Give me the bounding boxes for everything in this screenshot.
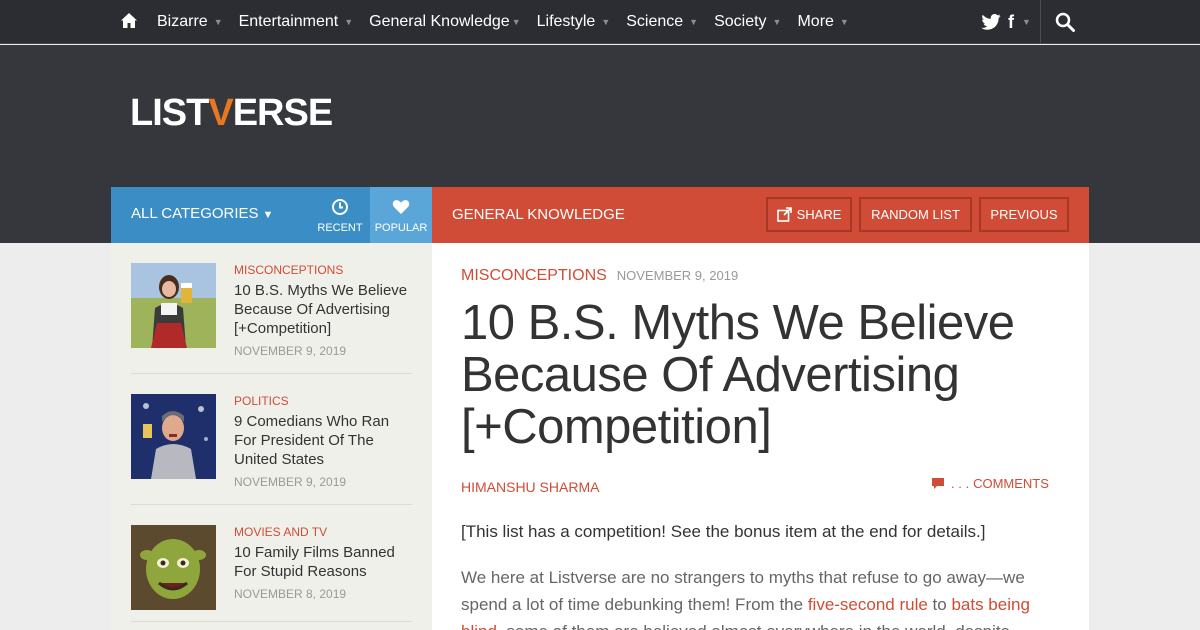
share-button[interactable]: Share xyxy=(766,197,852,232)
divider xyxy=(131,373,412,374)
twitter-icon[interactable] xyxy=(981,14,1001,30)
nav-item-label: General Knowledge xyxy=(369,13,510,30)
chevron-down-icon[interactable]: ▼ xyxy=(1022,17,1031,27)
article-paragraph: We here at Listverse are no strangers to… xyxy=(461,564,1066,630)
thumbnail-image[interactable] xyxy=(131,525,216,610)
comments-count: . . . xyxy=(951,476,970,491)
comments-label: Comments xyxy=(973,476,1049,491)
list-item-category[interactable]: Politics xyxy=(234,394,414,408)
chevron-down-icon: ▼ xyxy=(511,17,521,27)
category-bar: All Categories ▼ Recent Popular General K… xyxy=(111,187,1089,243)
chevron-down-icon: ▼ xyxy=(839,17,849,27)
list-item-date: November 9, 2019 xyxy=(234,344,347,358)
tab-popular-label: Popular xyxy=(374,222,428,234)
article-meta: Misconceptions November 9, 2019 xyxy=(461,267,738,285)
random-list-button[interactable]: Random List xyxy=(859,197,972,232)
chevron-down-icon: ▼ xyxy=(344,17,354,27)
list-item-title[interactable]: 9 Comedians Who Ran For President Of The… xyxy=(234,412,414,469)
share-label: Share xyxy=(796,207,842,222)
chevron-down-icon: ▼ xyxy=(689,17,699,27)
nav-item-label: Bizarre xyxy=(157,13,208,30)
section-title[interactable]: General Knowledge xyxy=(452,206,625,223)
divider xyxy=(131,621,412,622)
facebook-icon[interactable]: f xyxy=(1008,12,1014,33)
nav-item-science[interactable]: Science ▼ xyxy=(626,0,698,44)
section-bar: General Knowledge Share Random List Prev… xyxy=(432,187,1089,243)
thumbnail-image[interactable] xyxy=(131,263,216,348)
all-categories-panel: All Categories ▼ Recent xyxy=(111,187,370,243)
sidebar: Misconceptions 10 B.S. Myths We Believe … xyxy=(111,243,432,630)
article-intro: [This list has a competition! See the bo… xyxy=(461,522,986,541)
article-author[interactable]: Himanshu Sharma xyxy=(461,479,599,495)
list-item-title[interactable]: 10 Family Films Banned For Stupid Reason… xyxy=(234,543,414,581)
nav-menu: Bizarre ▼ Entertainment ▼ General Knowledg… xyxy=(157,0,865,44)
nav-item-bizarre[interactable]: Bizarre ▼ xyxy=(157,0,223,44)
page-title: 10 B.S. Myths We Believe Because Of Adve… xyxy=(461,296,1015,454)
list-item-title[interactable]: 10 B.S. Myths We Believe Because Of Adve… xyxy=(234,281,414,338)
logo-accent: V xyxy=(208,92,233,134)
chevron-down-icon: ▼ xyxy=(213,17,223,27)
clock-icon xyxy=(332,199,348,215)
comment-icon xyxy=(932,478,944,489)
search-icon[interactable] xyxy=(1055,12,1075,32)
list-item-category[interactable]: Misconceptions xyxy=(234,263,414,277)
nav-item-lifestyle[interactable]: Lifestyle ▼ xyxy=(537,0,611,44)
social-links: f ▼ xyxy=(981,0,1031,44)
heart-icon xyxy=(392,200,410,214)
article: Misconceptions November 9, 2019 10 B.S. … xyxy=(432,243,1089,630)
nav-item-label: More xyxy=(797,13,834,30)
nav-item-society[interactable]: Society ▼ xyxy=(714,0,781,44)
nav-divider xyxy=(1040,0,1041,44)
list-item-date: November 8, 2019 xyxy=(234,587,347,601)
all-categories-dropdown[interactable]: All Categories ▼ xyxy=(131,205,273,222)
article-date: November 9, 2019 xyxy=(616,268,739,283)
paragraph-text: , some of them are believed almost every… xyxy=(497,622,1010,630)
top-nav: Bizarre ▼ Entertainment ▼ General Knowledg… xyxy=(0,0,1200,44)
nav-item-label: Science xyxy=(626,13,684,30)
tab-recent-label: Recent xyxy=(317,222,363,234)
list-item-date: November 9, 2019 xyxy=(234,475,347,489)
article-category[interactable]: Misconceptions xyxy=(461,267,607,285)
five-second-rule-link[interactable]: five-second rule xyxy=(808,595,928,614)
nav-item-general-knowledge[interactable]: General Knowledge ▼ xyxy=(369,0,520,44)
logo-text: LIST xyxy=(130,92,209,134)
logo-text: ERSE xyxy=(232,92,333,134)
chevron-down-icon: ▼ xyxy=(601,17,611,27)
thumbnail-image[interactable] xyxy=(131,394,216,479)
chevron-down-icon: ▼ xyxy=(772,17,782,27)
nav-item-label: Entertainment xyxy=(238,13,339,30)
site-logo[interactable]: LISTVERSE xyxy=(130,92,333,134)
comments-link[interactable]: . . . Comments xyxy=(931,476,1049,491)
nav-item-label: Lifestyle xyxy=(536,13,596,30)
list-item-category[interactable]: Movies and TV xyxy=(234,525,414,539)
tab-recent[interactable]: Recent xyxy=(310,187,370,243)
previous-button[interactable]: Previous xyxy=(979,197,1069,232)
tab-popular[interactable]: Popular xyxy=(370,187,432,243)
home-icon[interactable] xyxy=(120,12,138,30)
divider xyxy=(131,504,412,505)
share-icon xyxy=(776,207,792,222)
nav-item-more[interactable]: More ▼ xyxy=(797,0,848,44)
chevron-down-icon: ▼ xyxy=(262,209,274,221)
nav-item-label: Society xyxy=(714,13,767,30)
paragraph-text: to xyxy=(927,595,952,614)
nav-item-entertainment[interactable]: Entertainment ▼ xyxy=(239,0,354,44)
all-categories-label: All Categories xyxy=(131,205,259,222)
